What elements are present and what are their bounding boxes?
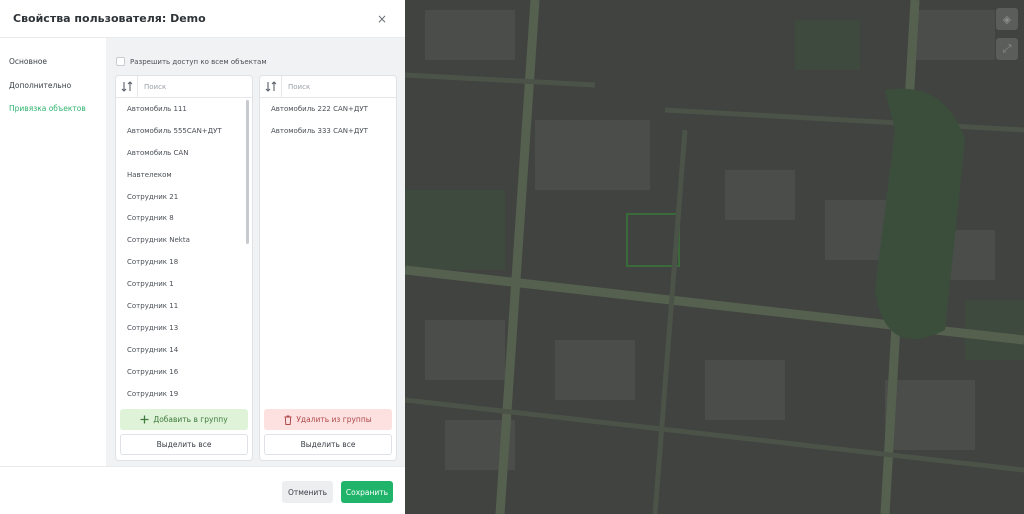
available-objects-list: Автомобиль 111 Автомобиль 555CAN+ДУТ Авт… [116, 98, 252, 402]
allow-all-checkbox[interactable] [116, 57, 125, 66]
sort-icon [265, 81, 276, 92]
add-to-group-button[interactable]: Добавить в группу [120, 409, 248, 430]
group-search-input[interactable] [288, 76, 388, 97]
sort-button[interactable] [116, 76, 138, 98]
nav-item-basic[interactable]: Основное [9, 57, 47, 66]
list-item[interactable]: Сотрудник 11 [116, 295, 252, 317]
save-button[interactable]: Сохранить [341, 481, 393, 503]
map-canvas [405, 0, 1024, 514]
remove-from-group-label: Удалить из группы [296, 415, 372, 424]
list-item[interactable]: Автомобиль 555CAN+ДУТ [116, 120, 252, 142]
available-search-bar [116, 76, 252, 98]
list-item[interactable]: Сотрудник 21 [116, 186, 252, 208]
select-all-group-button[interactable]: Выделить все [264, 434, 392, 455]
available-search-input[interactable] [144, 76, 244, 97]
modal-header: Свойства пользователя: Demo × [0, 0, 405, 38]
group-objects-list: Автомобиль 222 CAN+ДУТ Автомобиль 333 CA… [260, 98, 396, 402]
trash-icon [284, 415, 292, 425]
nav-item-object-binding[interactable]: Привязка объектов [9, 104, 86, 113]
list-item[interactable]: Сотрудник 13 [116, 317, 252, 339]
list-item[interactable]: Автомобиль 222 CAN+ДУТ [260, 98, 396, 120]
close-icon: × [376, 12, 388, 26]
sort-icon [121, 81, 132, 92]
modal-title: Свойства пользователя: Demo [13, 12, 206, 25]
available-objects-panel: Автомобиль 111 Автомобиль 555CAN+ДУТ Авт… [115, 75, 253, 461]
allow-all-row: Разрешить доступ ко всем объектам [116, 57, 267, 66]
list-item[interactable]: Сотрудник 16 [116, 361, 252, 383]
select-all-available-button[interactable]: Выделить все [120, 434, 248, 455]
list-item[interactable]: Навтелеком [116, 164, 252, 186]
list-item[interactable]: Сотрудник 14 [116, 339, 252, 361]
map-layers-button[interactable]: ◈ [996, 8, 1018, 30]
group-search-bar [260, 76, 396, 98]
layers-icon: ◈ [1002, 12, 1012, 26]
map-fullscreen-button[interactable]: ⤢ [996, 38, 1018, 60]
add-to-group-label: Добавить в группу [153, 415, 228, 424]
list-item[interactable]: Автомобиль 333 CAN+ДУТ [260, 120, 396, 142]
fullscreen-icon: ⤢ [1002, 42, 1012, 55]
available-list-scrollbar[interactable] [246, 100, 249, 244]
side-nav: Основное Дополнительно Привязка объектов [0, 38, 106, 466]
nav-item-additional[interactable]: Дополнительно [9, 81, 71, 90]
plus-icon [140, 415, 149, 424]
sort-button[interactable] [260, 76, 282, 98]
list-item[interactable]: Автомобиль CAN [116, 142, 252, 164]
allow-all-label: Разрешить доступ ко всем объектам [130, 57, 267, 66]
modal-footer: Отменить Сохранить [0, 466, 405, 514]
group-objects-panel: Автомобиль 222 CAN+ДУТ Автомобиль 333 CA… [259, 75, 397, 461]
list-item[interactable]: Сотрудник Nekta [116, 229, 252, 251]
list-item[interactable]: Автомобиль 111 [116, 98, 252, 120]
object-binding-content: Разрешить доступ ко всем объектам Автомо… [106, 38, 405, 466]
list-item[interactable]: Сотрудник 19 [116, 383, 252, 402]
remove-from-group-button[interactable]: Удалить из группы [264, 409, 392, 430]
list-item[interactable]: Сотрудник 1 [116, 273, 252, 295]
list-item[interactable]: Сотрудник 8 [116, 207, 252, 229]
close-button[interactable]: × [375, 12, 389, 26]
cancel-button[interactable]: Отменить [282, 481, 333, 503]
map-backdrop: ◈ ⤢ [405, 0, 1024, 514]
list-item[interactable]: Сотрудник 18 [116, 251, 252, 273]
user-properties-modal: Свойства пользователя: Demo × Основное Д… [0, 0, 405, 514]
